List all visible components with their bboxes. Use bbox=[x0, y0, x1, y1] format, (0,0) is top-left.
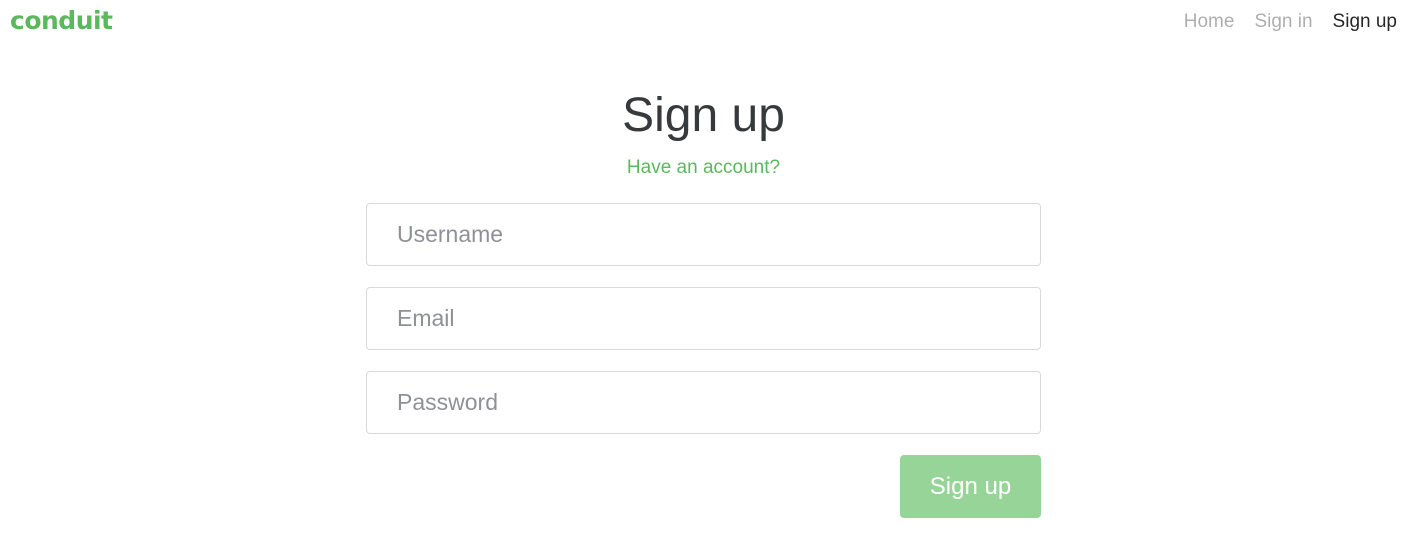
nav-link-sign-up[interactable]: Sign up bbox=[1333, 11, 1397, 32]
nav-links: Home Sign in Sign up bbox=[1184, 9, 1397, 35]
brand-logo[interactable]: conduit bbox=[10, 4, 113, 38]
submit-row: Sign up bbox=[366, 455, 1041, 518]
have-account-link[interactable]: Have an account? bbox=[366, 156, 1041, 180]
email-input[interactable] bbox=[366, 287, 1041, 350]
nav-link-home[interactable]: Home bbox=[1184, 11, 1235, 32]
nav-item-sign-up: Sign up bbox=[1333, 9, 1397, 35]
username-input[interactable] bbox=[366, 203, 1041, 266]
sign-up-button[interactable]: Sign up bbox=[900, 455, 1041, 518]
signup-form: Sign up bbox=[366, 203, 1041, 518]
nav-item-sign-in: Sign in bbox=[1254, 9, 1312, 35]
page-title: Sign up bbox=[622, 89, 785, 142]
password-input[interactable] bbox=[366, 371, 1041, 434]
navbar: conduit Home Sign in Sign up bbox=[0, 0, 1413, 44]
auth-page: Sign up Have an account? Sign up bbox=[366, 86, 1041, 518]
nav-link-sign-in[interactable]: Sign in bbox=[1254, 11, 1312, 32]
nav-item-home: Home bbox=[1184, 9, 1235, 35]
